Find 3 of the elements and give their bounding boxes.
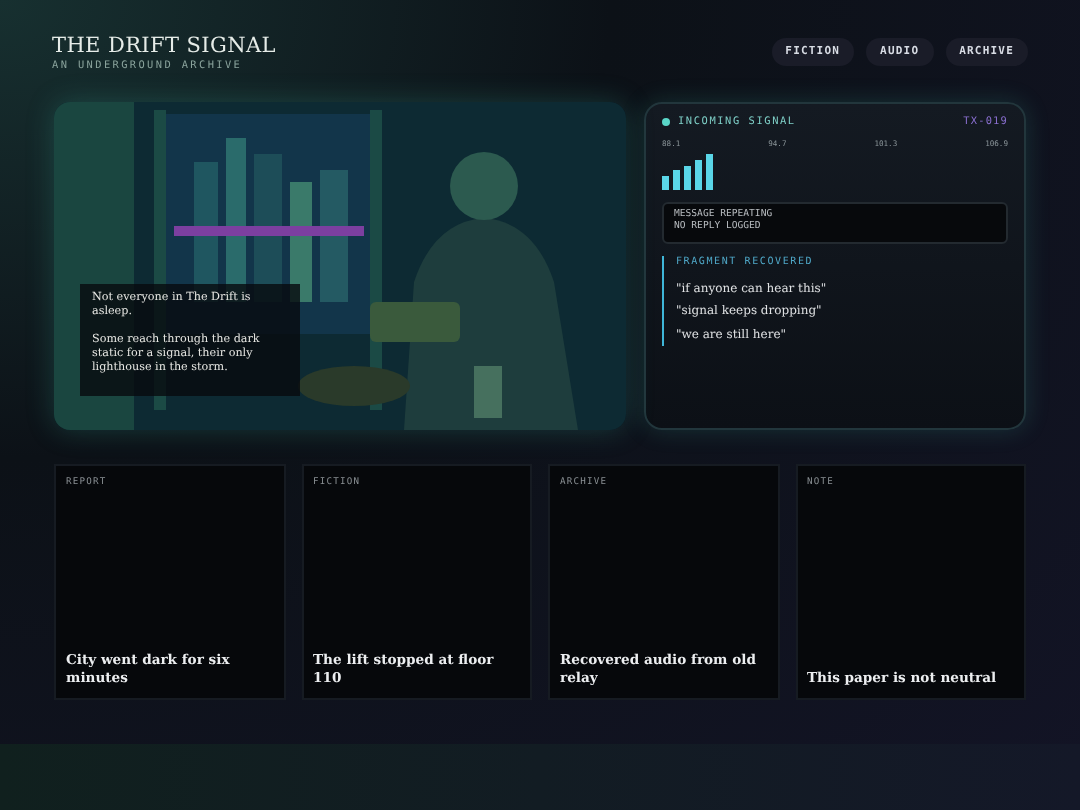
signal-bars-icon — [662, 154, 714, 190]
site-title: THE DRIFT SIGNAL — [52, 33, 276, 57]
status-dot-icon — [662, 118, 670, 126]
